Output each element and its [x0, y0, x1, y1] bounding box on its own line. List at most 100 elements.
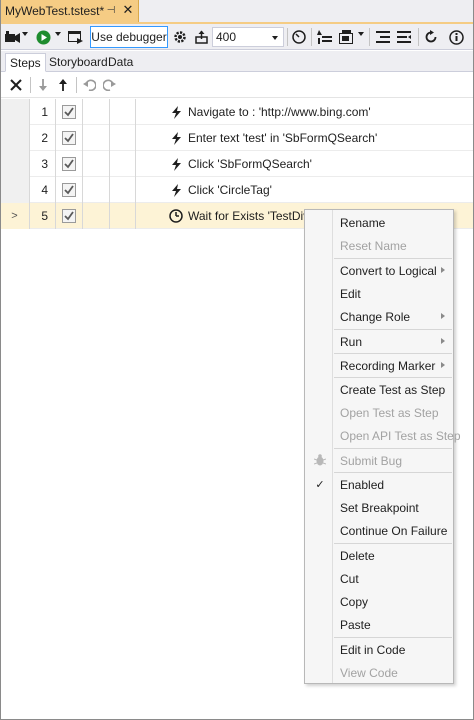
redo-button[interactable] — [99, 75, 119, 95]
lightning-icon — [169, 157, 183, 171]
execution-delay-combo[interactable]: 400 — [212, 27, 284, 47]
delete-step-button[interactable] — [6, 75, 26, 95]
table-row[interactable]: 1 Navigate to : 'http://www.bing.com' — [0, 99, 474, 125]
tab-data[interactable]: Data — [104, 53, 137, 72]
menu-item-copy[interactable]: Copy — [305, 590, 453, 612]
step-enabled-checkbox[interactable] — [62, 157, 76, 171]
record-button[interactable] — [4, 27, 20, 47]
menu-item-submit-bug[interactable]: Submit Bug — [305, 449, 453, 471]
row-selector[interactable]: > — [0, 203, 30, 229]
execution-delay-value: 400 — [216, 30, 237, 44]
document-tab[interactable]: MyWebTest.tstest* ⊣ ✕ — [0, 0, 139, 22]
table-row[interactable]: 2 Enter text 'test' in 'SbFormQSearch' — [0, 125, 474, 151]
menu-item-enabled[interactable]: ✓ Enabled — [305, 473, 453, 495]
checkmark-icon — [64, 159, 74, 169]
step-number: 1 — [30, 99, 56, 125]
row-selector[interactable] — [0, 125, 30, 151]
move-down-button[interactable] — [33, 75, 53, 95]
step-description: Navigate to : 'http://www.bing.com' — [188, 105, 371, 119]
step-enabled-checkbox[interactable] — [62, 131, 76, 145]
run-to-window-button[interactable] — [66, 27, 84, 47]
lightning-icon — [169, 131, 183, 145]
menu-item-label: Run — [340, 335, 363, 349]
refresh-button[interactable] — [422, 27, 440, 47]
submenu-arrow-icon — [441, 267, 445, 273]
timeout-button[interactable] — [291, 27, 307, 47]
run-dropdown-caret[interactable] — [55, 32, 61, 36]
row-selector[interactable] — [0, 177, 30, 203]
menu-item-view-code[interactable]: View Code — [305, 661, 453, 683]
step-description-cell[interactable]: Navigate to : 'http://www.bing.com' — [136, 99, 474, 125]
menu-item-cut[interactable]: Cut — [305, 567, 453, 589]
menu-item-edit-in-code[interactable]: Edit in Code — [305, 638, 453, 660]
step-description-cell[interactable]: Click 'SbFormQSearch' — [136, 151, 474, 177]
delete-x-icon — [10, 79, 22, 91]
menu-item-rename[interactable]: Rename — [305, 211, 453, 233]
menu-item-create-test-as-step[interactable]: Create Test as Step — [305, 378, 453, 400]
step-column-b — [110, 125, 136, 151]
menu-item-reset-name[interactable]: Reset Name — [305, 234, 453, 256]
submenu-arrow-icon — [441, 338, 445, 344]
refresh-icon — [425, 30, 437, 43]
document-tab-title: MyWebTest.tstest* — [5, 4, 105, 18]
menu-item-label: Delete — [340, 549, 375, 563]
step-enabled-checkbox[interactable] — [62, 183, 76, 197]
row-selector[interactable] — [0, 151, 30, 177]
undo-button[interactable] — [79, 75, 99, 95]
menu-item-recording-marker[interactable]: Recording Marker — [305, 354, 453, 376]
toolbar-separator — [311, 28, 312, 46]
checkmark-icon: ✓ — [315, 478, 325, 491]
close-tab-icon[interactable]: ✕ — [121, 3, 135, 17]
quick-execution-button[interactable] — [193, 27, 209, 47]
menu-item-set-breakpoint[interactable]: Set Breakpoint — [305, 496, 453, 518]
toolbar-separator — [287, 28, 288, 46]
toolbar-separator — [76, 77, 77, 93]
element-explorer-button[interactable] — [337, 27, 355, 47]
step-enabled-cell — [56, 177, 83, 203]
step-column-a — [83, 125, 110, 151]
table-row[interactable]: 4 Click 'CircleTag' — [0, 177, 474, 203]
menu-item-continue-on-failure[interactable]: Continue On Failure — [305, 519, 453, 541]
step-description: Click 'SbFormQSearch' — [188, 157, 312, 171]
step-description-cell[interactable]: Click 'CircleTag' — [136, 177, 474, 203]
menu-item-paste[interactable]: Paste — [305, 613, 453, 635]
step-actions-toolbar — [0, 72, 474, 98]
menu-item-label: Continue On Failure — [340, 524, 448, 538]
menu-item-label: Enabled — [340, 478, 385, 492]
clock-icon — [292, 30, 306, 44]
window-run-icon — [67, 30, 83, 44]
step-enabled-checkbox[interactable] — [62, 105, 76, 119]
tab-steps[interactable]: Steps — [5, 53, 46, 72]
submenu-arrow-icon — [441, 313, 445, 319]
step-builder-button[interactable] — [316, 27, 332, 47]
indent-button[interactable] — [374, 27, 392, 47]
step-enabled-checkbox[interactable] — [62, 209, 76, 223]
move-up-button[interactable] — [53, 75, 73, 95]
step-column-b — [110, 177, 136, 203]
pin-icon[interactable]: ⊣ — [104, 4, 118, 18]
step-description-cell[interactable]: Enter text 'test' in 'SbFormQSearch' — [136, 125, 474, 151]
tab-storyboard[interactable]: Storyboard — [45, 53, 112, 72]
step-number: 3 — [30, 151, 56, 177]
menu-item-convert-to-logical[interactable]: Convert to Logical — [305, 259, 453, 281]
step-enabled-cell — [56, 99, 83, 125]
settings-button[interactable] — [172, 27, 188, 47]
outdent-button[interactable] — [395, 27, 413, 47]
menu-item-label: Cut — [340, 572, 359, 586]
row-selector[interactable] — [0, 99, 30, 125]
menu-item-change-role[interactable]: Change Role — [305, 305, 453, 327]
use-debugger-toggle[interactable]: Use debugger — [90, 26, 168, 48]
upload-icon — [194, 30, 208, 44]
element-explorer-dropdown-caret[interactable] — [358, 32, 364, 36]
run-button[interactable] — [34, 27, 52, 47]
menu-item-edit[interactable]: Edit — [305, 282, 453, 304]
menu-item-open-api-test-as-step[interactable]: Open API Test as Step — [305, 424, 461, 446]
chevron-down-icon — [272, 36, 278, 40]
table-row[interactable]: 3 Click 'SbFormQSearch' — [0, 151, 474, 177]
menu-item-delete[interactable]: Delete — [305, 544, 453, 566]
menu-item-run[interactable]: Run — [305, 330, 453, 352]
record-dropdown-caret[interactable] — [22, 32, 28, 36]
menu-item-label: Paste — [340, 618, 371, 632]
menu-item-open-test-as-step[interactable]: Open Test as Step — [305, 401, 453, 423]
help-button[interactable] — [446, 27, 466, 47]
